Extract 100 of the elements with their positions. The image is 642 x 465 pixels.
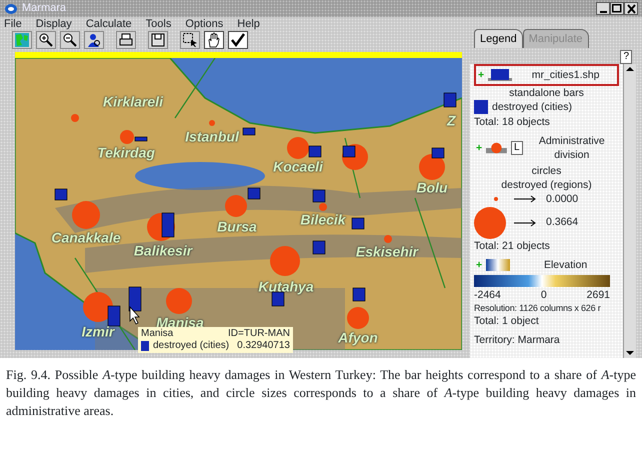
city-bar	[108, 306, 120, 326]
legend-text: circles	[530, 164, 562, 178]
floppy-icon	[150, 32, 166, 48]
menu-item[interactable]: Display	[36, 16, 72, 32]
region-circle	[209, 120, 215, 126]
region-circle	[120, 130, 134, 144]
region-circle	[384, 235, 392, 243]
large-circle-icon	[474, 206, 506, 239]
place-label: Z	[447, 112, 456, 130]
scale-label: 2691	[586, 288, 610, 302]
region-circle	[71, 114, 79, 122]
city-bar	[352, 288, 366, 302]
place-label: Kutahya	[258, 278, 314, 296]
place-label: Canakkale	[51, 228, 121, 248]
city-bar	[308, 146, 322, 158]
region-circle	[319, 203, 327, 211]
printer-icon	[118, 32, 134, 48]
window-title: Marmara	[22, 1, 66, 16]
place-label: Izmir	[82, 322, 114, 342]
menu-item[interactable]: Options	[185, 16, 224, 32]
zoom-out-icon	[62, 32, 78, 48]
tooltip-value: 0.32940713	[237, 340, 290, 352]
tooltip-attribute: destroyed (cities)	[153, 340, 230, 352]
select-icon	[182, 32, 198, 48]
zoom-in-tool-button[interactable]	[36, 30, 56, 48]
scroll-down-icon	[624, 348, 636, 358]
person-icon	[86, 32, 102, 48]
place-label: Tekirdag	[97, 144, 155, 162]
city-bar	[134, 136, 148, 142]
territory-label: Territory: Marmara	[474, 332, 561, 347]
check-tool-button[interactable]	[228, 30, 248, 48]
printer-tool-button[interactable]	[116, 30, 136, 48]
city-bar	[248, 188, 260, 200]
legend-tab[interactable]: Legend	[474, 28, 523, 48]
scale-label: -2464	[474, 288, 501, 302]
scrollbar[interactable]	[623, 64, 636, 358]
city-bar	[432, 148, 444, 158]
circle-layer-icon	[486, 140, 508, 155]
region-circle	[270, 246, 300, 276]
legend-text: destroyed (regions)	[500, 178, 593, 192]
layer-button[interactable]: L	[511, 140, 523, 155]
region-circle	[72, 201, 100, 229]
place-label: Balikesir	[134, 242, 192, 260]
small-circle-icon	[494, 197, 498, 202]
tooltip-name: Manisa	[141, 328, 174, 340]
arrow-icon	[514, 218, 538, 227]
minimize-button[interactable]	[596, 2, 610, 15]
legend-text: Resolution: 1126 columns x 626 r	[474, 302, 602, 314]
check-icon	[230, 32, 246, 48]
city-bar	[352, 218, 364, 230]
select-tool-button[interactable]	[180, 30, 200, 48]
city-bar	[444, 92, 456, 108]
legend-value: 0.3664	[546, 215, 578, 230]
menu-item[interactable]: Calculate	[86, 16, 132, 32]
bar-swatch-icon	[141, 341, 149, 351]
close-icon	[626, 4, 636, 14]
city-bar	[54, 188, 68, 200]
bar-layer-icon	[488, 69, 512, 82]
minimize-icon	[600, 10, 606, 12]
zoom-in-icon	[38, 32, 54, 48]
region-circle	[287, 137, 309, 159]
hand-tool-button[interactable]	[204, 30, 224, 48]
city-bar	[312, 190, 326, 202]
zoom-out-tool-button[interactable]	[60, 30, 80, 48]
city-bar	[162, 212, 174, 238]
menu-item[interactable]: Help	[237, 16, 260, 32]
maximize-button[interactable]	[610, 2, 624, 15]
figure-caption: Fig. 9.4. Possible A-type building heavy damages in Western Turkey: The bar heights correspond to a share of A-type building heavy damages in cities, and circle sizes corresponds to a share of A-type building heavy damages in administrative areas.	[5, 366, 637, 420]
bar-swatch-icon	[474, 100, 488, 114]
legend-layer[interactable]: + Elevation	[474, 256, 619, 274]
layer-total: Total: 1 object	[474, 314, 540, 329]
person-tool-button[interactable]	[84, 30, 104, 48]
tooltip-id: ID=TUR-MAN	[228, 328, 290, 340]
place-label: Eskisehir	[356, 242, 418, 262]
city-bar	[242, 128, 256, 136]
help-button[interactable]: ?	[620, 50, 632, 64]
menu-item[interactable]: Tools	[146, 16, 172, 32]
floppy-tool-button[interactable]	[148, 30, 168, 48]
mouse-pointer-icon	[130, 306, 140, 325]
arrow-icon	[514, 195, 538, 204]
place-label: Afyon	[338, 328, 378, 348]
place-label: Bolu	[416, 178, 448, 198]
elevation-layer-icon	[486, 258, 510, 271]
region-circle	[225, 195, 247, 217]
layer-total: Total: 18 objects	[474, 114, 551, 129]
close-button[interactable]	[624, 2, 638, 15]
city-bar	[342, 146, 356, 158]
hand-icon	[206, 32, 222, 48]
app-logo-icon	[4, 2, 18, 14]
place-label: Kocaeli	[273, 158, 323, 176]
legend-value: 0.0000	[546, 192, 578, 207]
region-circle	[347, 307, 369, 329]
map-icon	[14, 32, 30, 48]
region-circle	[419, 154, 445, 180]
layer-name: Elevation	[542, 258, 588, 272]
legend-text: destroyed (cities)	[492, 100, 572, 115]
legend-layer[interactable]: + mr_cities1.shp	[474, 64, 619, 86]
layer-name: mr_cities1.shp	[530, 68, 600, 82]
maximize-icon	[612, 4, 622, 13]
menu-item[interactable]: File	[4, 16, 22, 32]
